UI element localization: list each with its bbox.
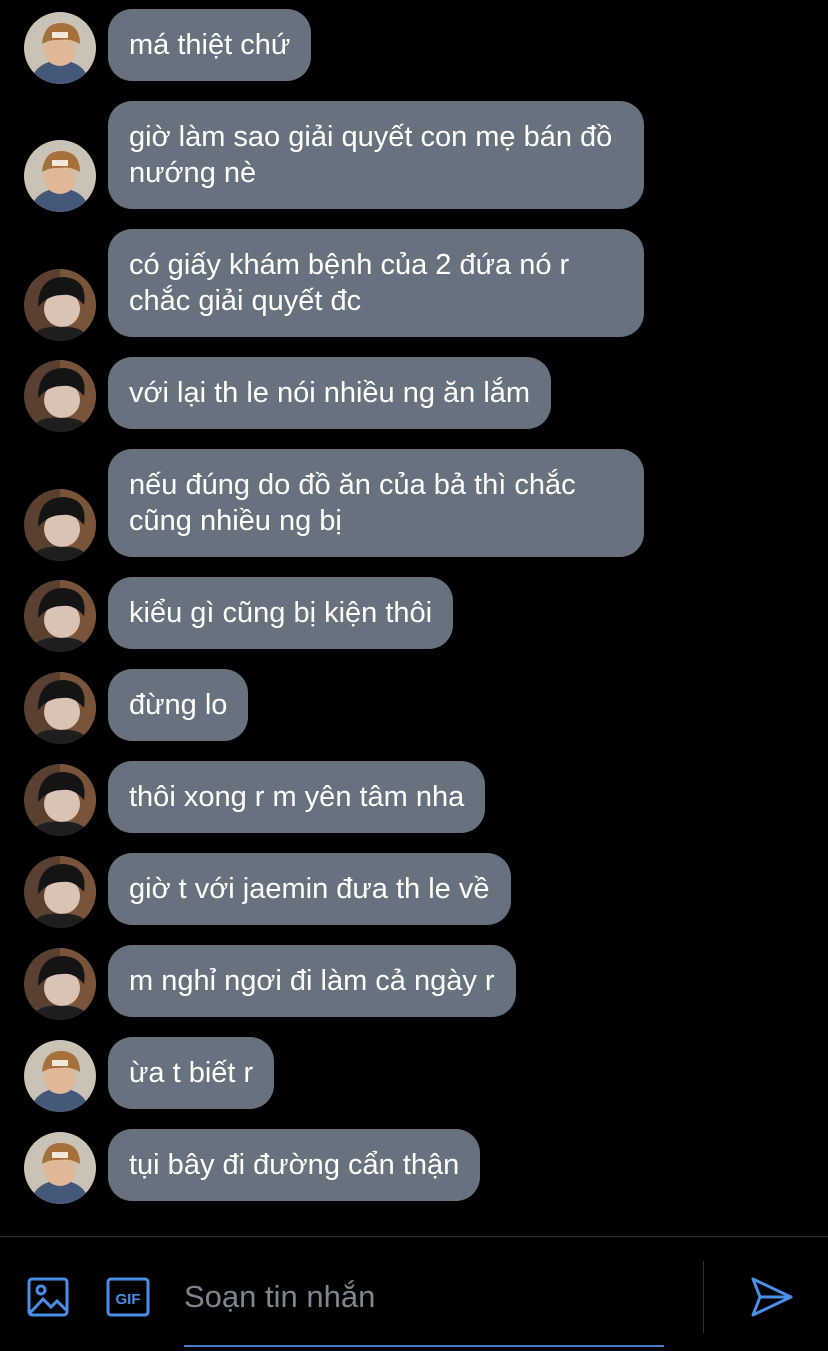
send-icon[interactable] <box>748 1273 796 1321</box>
message-bubble[interactable]: giờ t với jaemin đưa th le về <box>108 853 511 925</box>
message-bubble[interactable]: đừng lo <box>108 669 249 741</box>
message-bubble[interactable]: giờ làm sao giải quyết con mẹ bán đồ nướ… <box>108 101 644 209</box>
avatar-dark-image <box>24 269 96 341</box>
avatar-dark-image <box>24 856 96 928</box>
message-bubble[interactable]: thôi xong r m yên tâm nha <box>108 761 486 833</box>
avatar[interactable] <box>24 764 96 836</box>
gif-label: GIF <box>116 1291 141 1308</box>
message-bubble[interactable]: ừa t biết r <box>108 1037 275 1109</box>
avatar-dark-image <box>24 580 96 652</box>
avatar[interactable] <box>24 856 96 928</box>
avatar-beanie-image <box>24 140 96 212</box>
avatar[interactable] <box>24 140 96 212</box>
avatar[interactable] <box>24 489 96 561</box>
message-composer: GIF <box>0 1236 828 1351</box>
avatar-beanie-image <box>24 1132 96 1204</box>
message-bubble[interactable]: có giấy khám bệnh của 2 đứa nó r chắc gi… <box>108 229 644 337</box>
avatar[interactable] <box>24 672 96 744</box>
avatar-dark-image <box>24 764 96 836</box>
gif-icon[interactable]: GIF <box>104 1273 152 1321</box>
message-bubble[interactable]: kiểu gì cũng bị kiện thôi <box>108 577 454 649</box>
avatar[interactable] <box>24 12 96 84</box>
avatar-dark-image <box>24 360 96 432</box>
avatar-dark-image <box>24 489 96 561</box>
message-bubble[interactable]: tụi bây đi đường cẩn thận <box>108 1129 481 1201</box>
avatar[interactable] <box>24 580 96 652</box>
message-bubble[interactable]: m nghỉ ngơi đi làm cả ngày r <box>108 945 516 1017</box>
image-icon[interactable] <box>24 1273 72 1321</box>
avatar[interactable] <box>24 1040 96 1112</box>
message-bubble[interactable]: với lại th le nói nhiều ng ăn lắm <box>108 357 552 429</box>
avatar-beanie-image <box>24 12 96 84</box>
avatar-beanie-image <box>24 1040 96 1112</box>
message-input-wrapper <box>184 1267 664 1347</box>
avatar[interactable] <box>24 948 96 1020</box>
avatar[interactable] <box>24 1132 96 1204</box>
avatar-dark-image <box>24 672 96 744</box>
message-input[interactable] <box>184 1267 664 1327</box>
message-bubble[interactable]: má thiệt chứ <box>108 9 312 81</box>
message-bubble[interactable]: nếu đúng do đồ ăn của bả thì chắc cũng n… <box>108 449 644 557</box>
avatar[interactable] <box>24 269 96 341</box>
composer-divider <box>703 1261 704 1333</box>
avatar[interactable] <box>24 360 96 432</box>
avatar-dark-image <box>24 948 96 1020</box>
